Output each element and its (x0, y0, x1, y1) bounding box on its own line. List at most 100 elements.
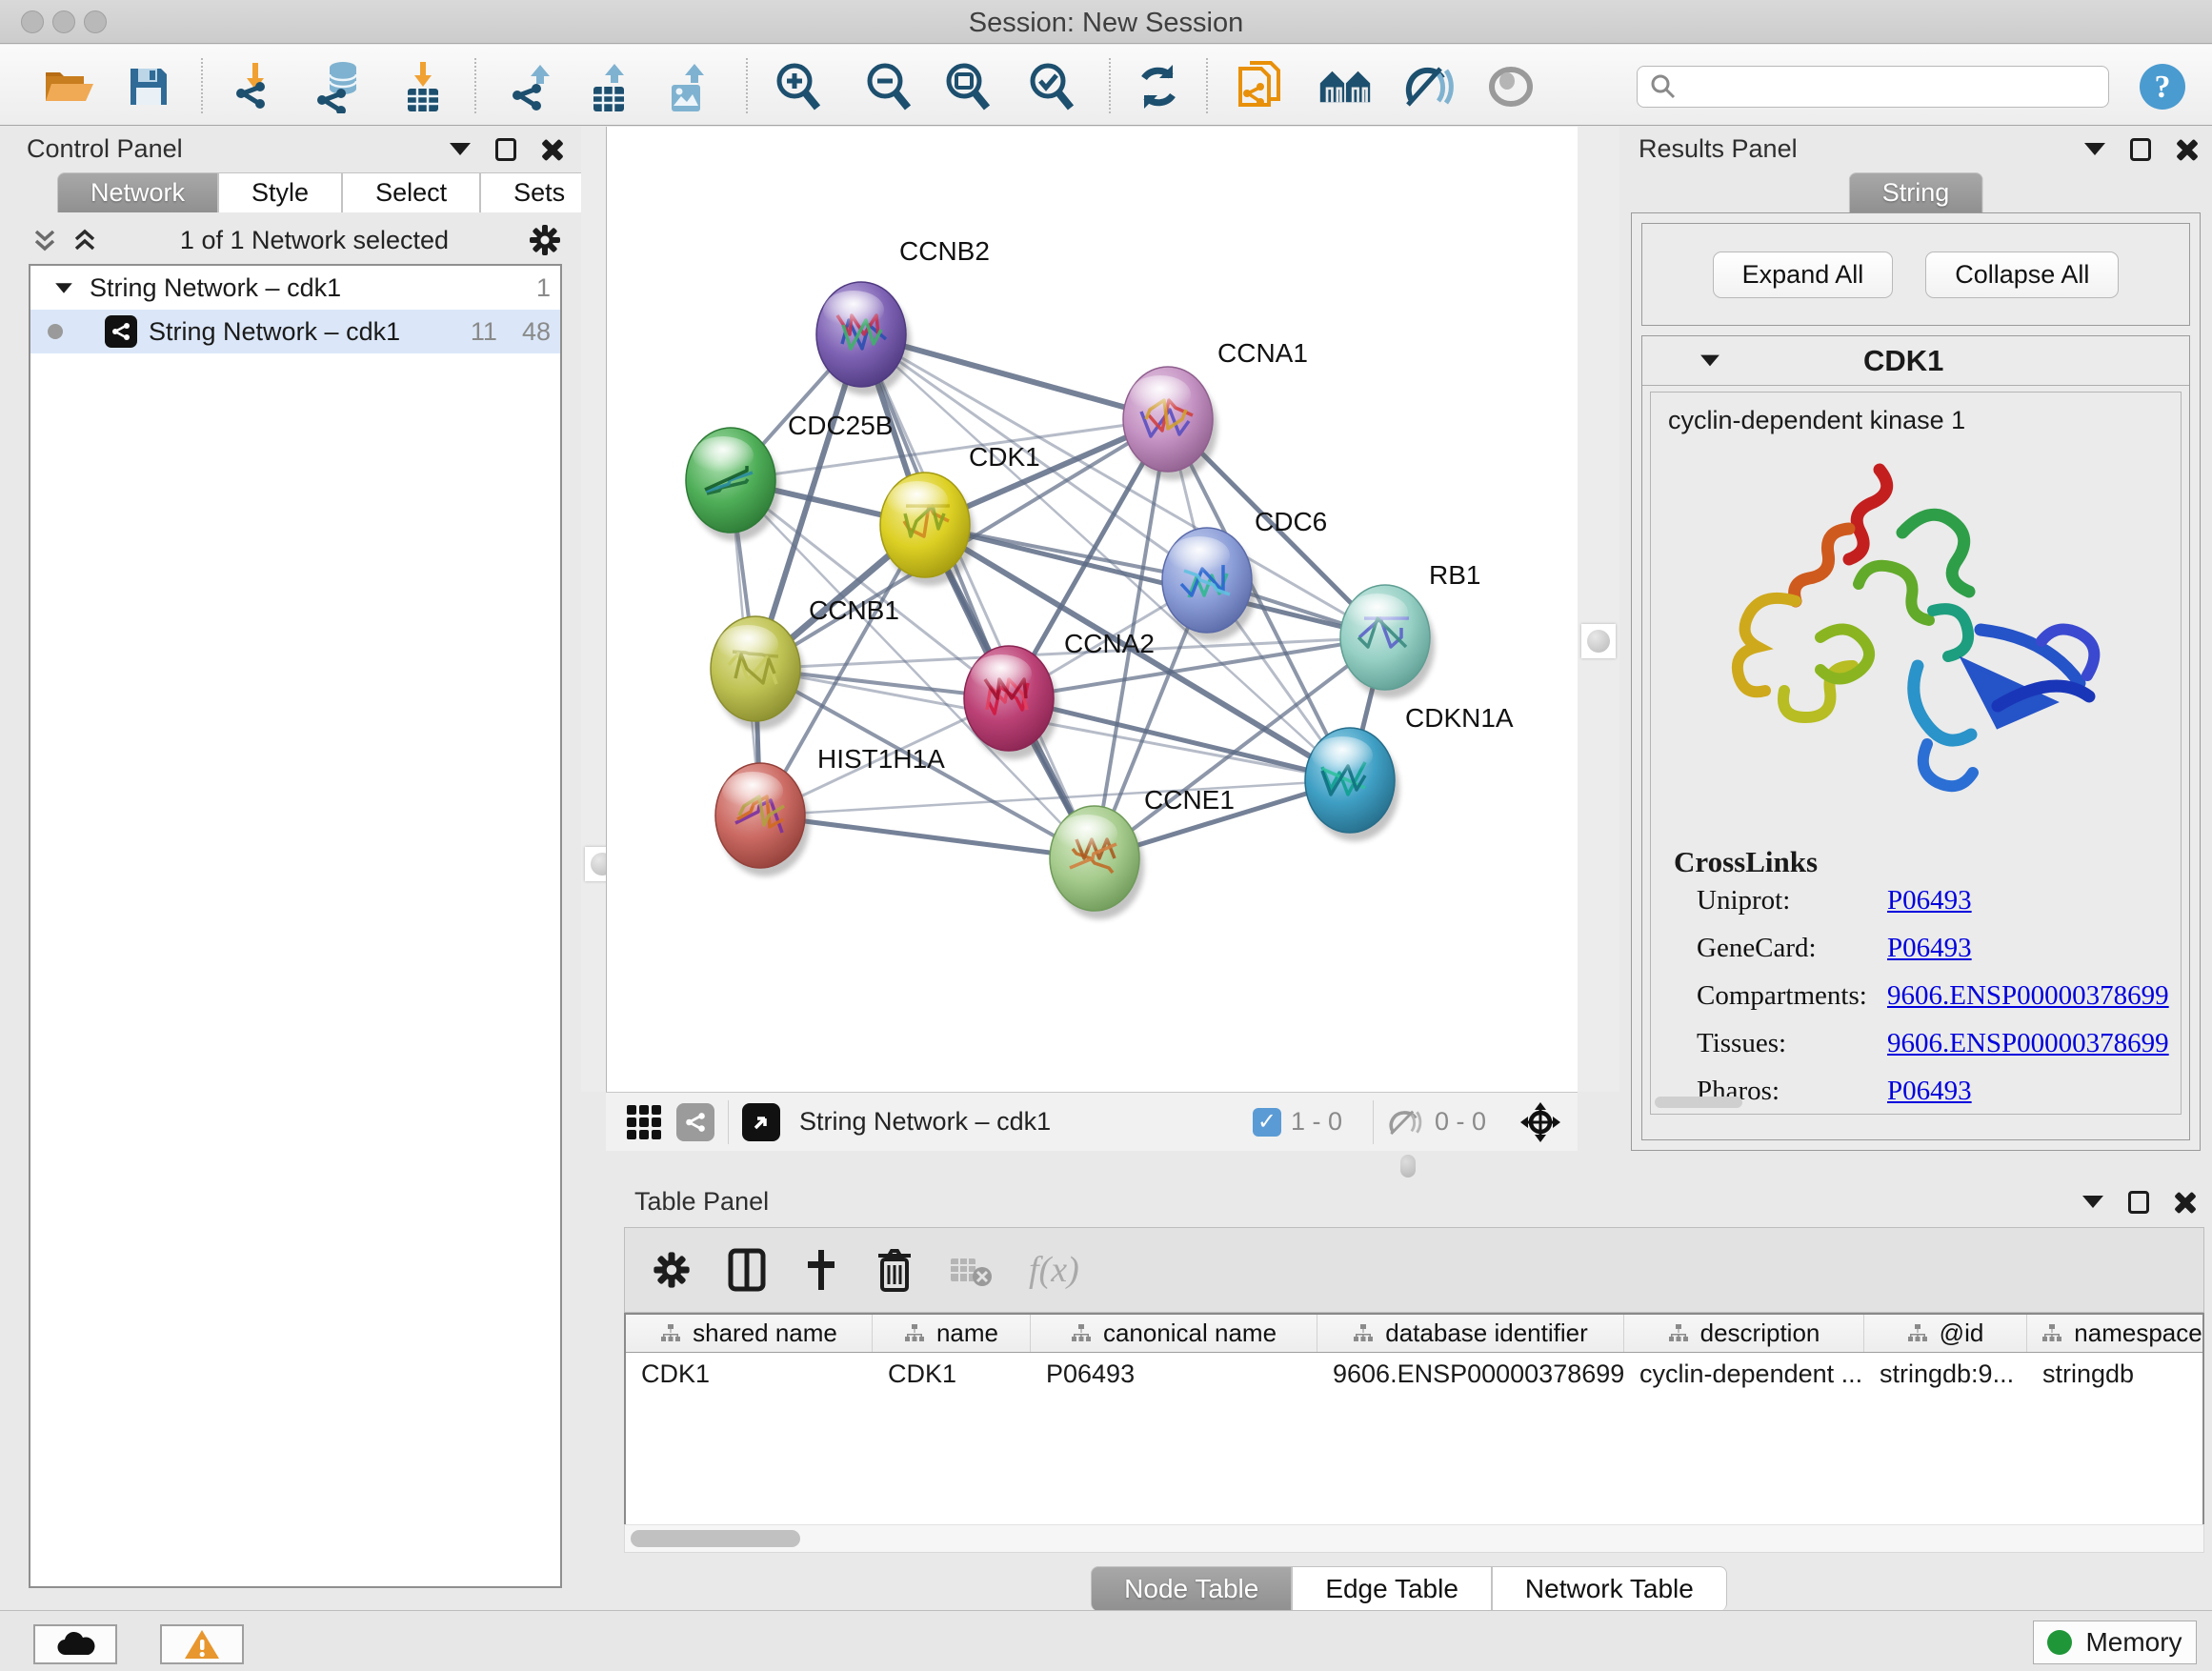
right-splitter-handle[interactable] (1581, 624, 1616, 658)
entry-header[interactable]: CDK1 (1642, 336, 2189, 386)
close-panel-icon[interactable] (541, 138, 564, 161)
save-session-icon[interactable] (122, 62, 175, 111)
column-header-database-identifier[interactable]: database identifier (1317, 1315, 1624, 1352)
open-session-icon[interactable] (42, 62, 95, 111)
options-gear-icon[interactable] (528, 223, 562, 257)
import-database-icon[interactable] (314, 62, 368, 111)
crosslink-link[interactable]: P06493 (1887, 933, 1972, 964)
crosslink-label: Tissues: (1697, 1028, 1887, 1059)
node-table[interactable]: shared namenamecanonical namedatabase id… (624, 1313, 2204, 1530)
crosslink-link[interactable]: P06493 (1887, 885, 1972, 916)
column-type-icon (1907, 1323, 1928, 1344)
refresh-icon[interactable] (1132, 62, 1185, 111)
collapse-all-icon[interactable] (29, 226, 61, 254)
network-tree: String Network – cdk1 1 String Network –… (29, 264, 562, 1588)
detach-view-icon[interactable] (742, 1103, 780, 1141)
crosslink-link[interactable]: 9606.ENSP00000378699 (1887, 1028, 2169, 1059)
toolbar-separator (1206, 58, 1208, 113)
results-panel-title: Results Panel (1639, 134, 1798, 164)
column-header-name[interactable]: name (873, 1315, 1031, 1352)
node-RB1[interactable]: RB1 (1340, 560, 1480, 698)
export-image-icon[interactable] (663, 62, 716, 111)
network-overview-icon[interactable] (676, 1103, 714, 1141)
tab-node-table[interactable]: Node Table (1091, 1566, 1292, 1611)
table-row[interactable]: CDK1CDK1P064939606.ENSP00000378699cyclin… (626, 1353, 2202, 1395)
warnings-button[interactable] (160, 1624, 244, 1664)
help-icon[interactable]: ? (2136, 62, 2189, 111)
zoom-in-icon[interactable] (772, 62, 825, 111)
float-panel-icon[interactable] (495, 138, 516, 161)
panel-menu-icon[interactable] (2082, 1196, 2103, 1208)
float-panel-icon[interactable] (2128, 1191, 2149, 1214)
eye-icon[interactable] (1484, 62, 1538, 111)
function-builder-icon[interactable]: f(x) (1029, 1249, 1079, 1291)
horizontal-splitter-handle[interactable] (1400, 1155, 1416, 1178)
network-collection-row[interactable]: String Network – cdk1 1 (30, 266, 560, 310)
tab-network-table[interactable]: Network Table (1492, 1566, 1727, 1611)
zoom-fit-icon[interactable] (941, 62, 995, 111)
node-CDC25B[interactable]: CDC25B (686, 411, 893, 541)
tab-style[interactable]: Style (218, 172, 342, 212)
string-query-houses-icon[interactable] (1318, 62, 1372, 111)
collapse-all-button[interactable]: Collapse All (1925, 252, 2119, 298)
entry-expand-icon[interactable] (1700, 355, 1719, 367)
column-header-description[interactable]: description (1624, 1315, 1864, 1352)
toolbar-separator (201, 58, 203, 113)
column-header--id[interactable]: @id (1864, 1315, 2027, 1352)
zoom-out-icon[interactable] (862, 62, 915, 111)
node-CDC6[interactable]: CDC6 (1162, 507, 1327, 641)
column-header-shared-name[interactable]: shared name (626, 1315, 873, 1352)
node-CDKN1A[interactable]: CDKN1A (1305, 703, 1514, 841)
hide-unhide-eye-icon[interactable] (1402, 62, 1456, 111)
zoom-selected-icon[interactable] (1025, 62, 1078, 111)
results-hscrollbar[interactable] (1655, 1097, 1742, 1108)
crosslink-row: Uniprot:P06493 (1697, 885, 2181, 916)
crosslink-link[interactable]: 9606.ENSP00000378699 (1887, 980, 2169, 1012)
collection-expand-icon[interactable] (55, 283, 72, 292)
float-panel-icon[interactable] (2130, 138, 2151, 161)
network-canvas[interactable]: CCNB2CCNA1CDC25BCDK1CDC6RB1CCNB1CCNA2CDK… (606, 127, 1578, 1092)
memory-button[interactable]: Memory (2033, 1621, 2197, 1664)
node-CCNE1[interactable]: CCNE1 (1050, 785, 1235, 919)
import-table-icon[interactable] (396, 62, 450, 111)
hidden-eye-icon[interactable] (1387, 1108, 1425, 1137)
node-CCNA1[interactable]: CCNA1 (1123, 338, 1308, 480)
export-table-icon[interactable] (585, 62, 638, 111)
import-network-icon[interactable] (229, 62, 282, 111)
column-type-icon (1353, 1323, 1374, 1344)
string-import-icon[interactable] (1235, 62, 1288, 111)
column-header-namespace[interactable]: namespace (2027, 1315, 2204, 1352)
expand-all-button[interactable]: Expand All (1713, 252, 1894, 298)
selected-checkbox-icon[interactable]: ✓ (1253, 1108, 1281, 1137)
close-panel-icon[interactable] (2176, 138, 2199, 161)
grid-view-icon[interactable] (627, 1105, 661, 1139)
network-row[interactable]: String Network – cdk1 11 48 (30, 310, 560, 353)
tab-edge-table[interactable]: Edge Table (1292, 1566, 1492, 1611)
crosslink-link[interactable]: P06493 (1887, 1076, 1972, 1107)
export-network-icon[interactable] (507, 62, 560, 111)
node-CCNB2[interactable]: CCNB2 (816, 236, 990, 395)
right-splitter[interactable] (1578, 127, 1619, 1092)
table-hscrollbar[interactable] (624, 1524, 2204, 1553)
pan-crosshair-icon[interactable] (1518, 1100, 1562, 1144)
delete-table-icon[interactable] (949, 1253, 993, 1287)
column-header-canonical-name[interactable]: canonical name (1031, 1315, 1317, 1352)
tab-network[interactable]: Network (57, 172, 218, 212)
close-panel-icon[interactable] (2174, 1191, 2197, 1214)
entry-description: cyclin-dependent kinase 1 (1668, 406, 2181, 435)
network-nodes[interactable]: CCNB2CCNA1CDC25BCDK1CDC6RB1CCNB1CCNA2CDK… (686, 236, 1514, 919)
string-network-graph[interactable]: CCNB2CCNA1CDC25BCDK1CDC6RB1CCNB1CCNA2CDK… (607, 127, 1579, 1092)
tab-select[interactable]: Select (342, 172, 480, 212)
table-gear-icon[interactable] (652, 1250, 692, 1290)
table-hscrollbar-thumb[interactable] (631, 1530, 800, 1547)
panel-menu-icon[interactable] (2084, 143, 2105, 155)
tab-string[interactable]: String (1849, 172, 1983, 212)
show-columns-icon[interactable] (728, 1248, 766, 1292)
delete-column-icon[interactable] (876, 1248, 913, 1292)
panel-menu-icon[interactable] (450, 143, 471, 155)
cloud-button[interactable] (33, 1624, 117, 1664)
node-label-CCNB2: CCNB2 (899, 236, 990, 266)
search-input[interactable] (1637, 66, 2109, 108)
add-column-icon[interactable] (802, 1248, 840, 1292)
expand-all-icon[interactable] (69, 226, 101, 254)
